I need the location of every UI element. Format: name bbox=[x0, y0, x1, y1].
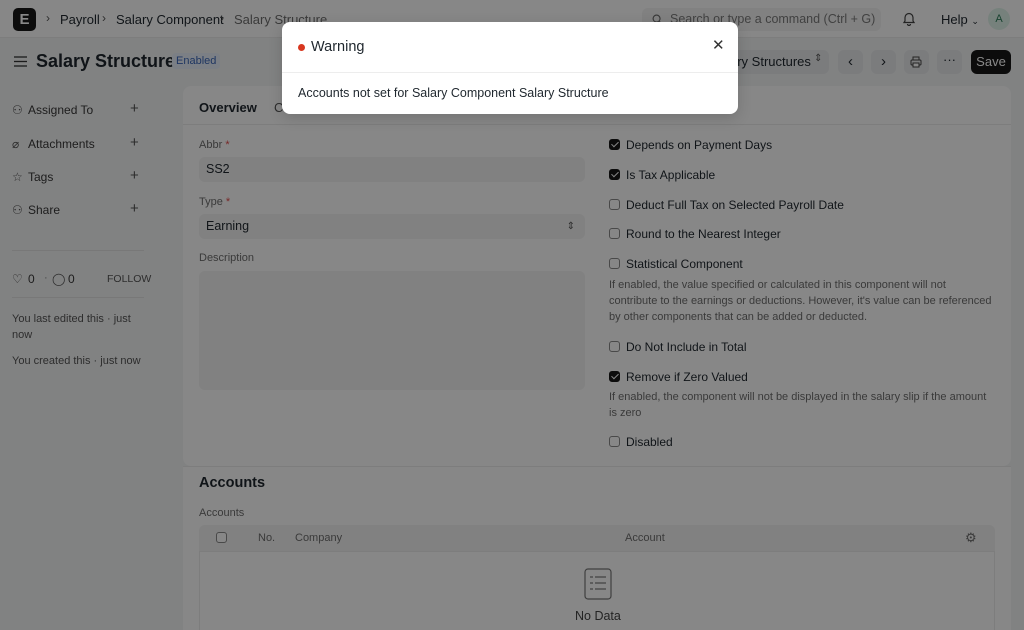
dialog-message: Accounts not set for Salary Component Sa… bbox=[298, 86, 609, 100]
dialog-title: Warning bbox=[311, 39, 365, 55]
close-icon[interactable]: ✕ bbox=[712, 36, 725, 54]
dialog-divider bbox=[282, 72, 738, 73]
warning-indicator-icon bbox=[298, 44, 305, 51]
warning-dialog: Warning ✕ Accounts not set for Salary Co… bbox=[282, 22, 738, 114]
